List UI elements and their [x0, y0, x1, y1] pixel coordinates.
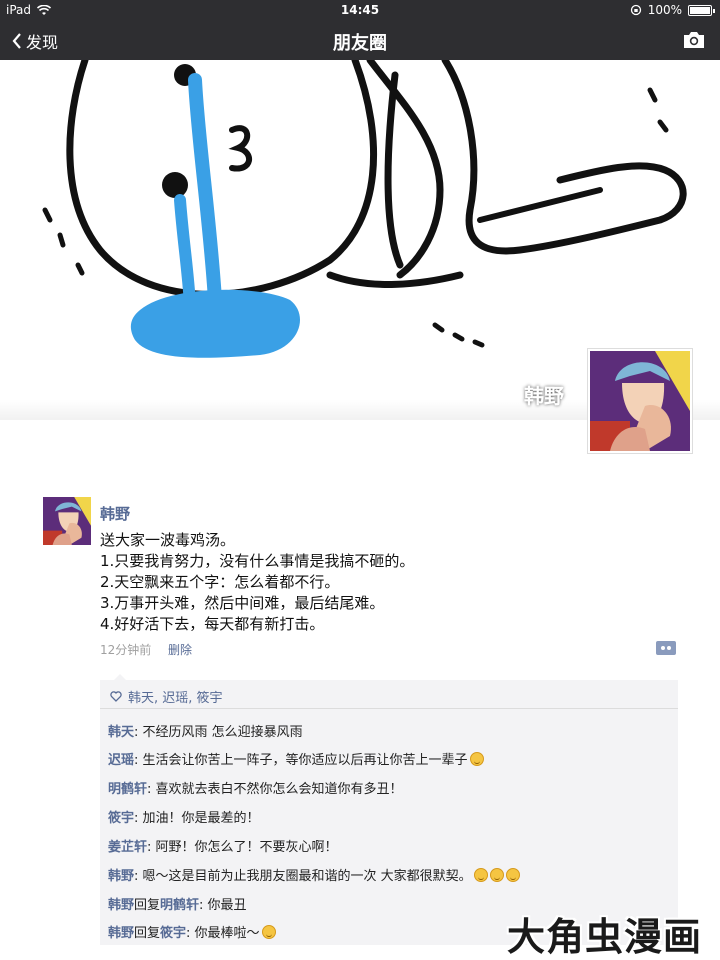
- comment-text: : 喜欢就去表白不然你怎么会知道你有多丑！: [147, 782, 403, 797]
- owner-avatar[interactable]: [587, 348, 693, 454]
- comment-item[interactable]: 韩野 : 嗯～这是目前为止我朋友圈最和谐的一次 大家都很默契。: [108, 865, 520, 884]
- post-line: 1.只要我肯努力，没有什么事情是我搞不砸的。: [100, 552, 415, 570]
- comment-item[interactable]: 迟瑶 : 生活会让你苦上一阵子，等你适应以后再让你苦上一辈子: [108, 749, 484, 768]
- reply-word: 回复: [134, 926, 161, 941]
- avatar-image: [590, 351, 690, 451]
- post-avatar[interactable]: [43, 497, 91, 545]
- owner-name: 韩野: [524, 384, 564, 408]
- comment-item[interactable]: 姜芷轩 : 阿野！你怎么了！不要灰心啊！: [108, 836, 338, 855]
- comment-text: : 阿野！你怎么了！不要灰心啊！: [147, 840, 338, 855]
- battery-percent: 100%: [647, 3, 682, 17]
- divider: [100, 708, 678, 709]
- comment-text: : 加油！你是最差的！: [134, 811, 260, 826]
- smile-emoji-icon: [489, 867, 504, 882]
- comment-item[interactable]: 韩野 回复 明鹤轩 : 你最丑: [108, 894, 247, 913]
- comment-author[interactable]: 韩野: [108, 865, 134, 884]
- battery-icon: [688, 4, 715, 16]
- nav-bar: 发现 朋友圈: [0, 20, 720, 60]
- comment-item[interactable]: 韩野 回复 筱宇 : 你最棒啦～: [108, 922, 276, 941]
- comment-author[interactable]: 姜芷轩: [108, 836, 147, 855]
- avatar-image: [43, 497, 91, 545]
- comment-text: : 你最丑: [199, 898, 247, 913]
- post-line: 2.天空飘来五个字：怎么着都不行。: [100, 573, 340, 591]
- comment-item[interactable]: 筱宇 : 加油！你是最差的！: [108, 807, 260, 826]
- post-line: 4.好好活下去，每天都有新打击。: [100, 615, 325, 633]
- smile-emoji-icon: [473, 867, 488, 882]
- comment-text: : 嗯～这是目前为止我朋友圈最和谐的一次 大家都很默契。: [134, 869, 472, 884]
- comment-text: : 不经历风雨 怎么迎接暴风雨: [134, 725, 303, 740]
- post-line: 3.万事开头难，然后中间难，最后结尾难。: [100, 594, 385, 612]
- post-author[interactable]: 韩野: [100, 503, 130, 524]
- reply-target[interactable]: 明鹤轩: [160, 894, 199, 913]
- comment-author[interactable]: 韩野: [108, 894, 134, 913]
- comment-item[interactable]: 明鹤轩 : 喜欢就去表白不然你怎么会知道你有多丑！: [108, 778, 403, 797]
- reply-target[interactable]: 筱宇: [160, 922, 186, 941]
- top-bar: iPad 14:45 100% 发现 朋友圈: [0, 0, 720, 60]
- likes-row: 韩天, 迟瑶, 筱宇: [110, 687, 223, 706]
- post-line: 送大家一波毒鸡汤。: [100, 531, 236, 549]
- comment-item[interactable]: 韩天 : 不经历风雨 怎么迎接暴风雨: [108, 721, 303, 740]
- delete-link[interactable]: 删除: [168, 641, 192, 658]
- smile-emoji-icon: [469, 751, 484, 766]
- rotation-lock-icon: [630, 4, 641, 16]
- likes-names[interactable]: 韩天, 迟瑶, 筱宇: [128, 687, 223, 706]
- post-text: 送大家一波毒鸡汤。 1.只要我肯努力，没有什么事情是我搞不砸的。 2.天空飘来五…: [100, 530, 690, 635]
- status-bar: iPad 14:45 100%: [0, 0, 720, 20]
- page-title: 朋友圈: [333, 33, 387, 54]
- camera-icon[interactable]: [682, 30, 706, 50]
- comment-author[interactable]: 韩天: [108, 721, 134, 740]
- heart-icon: [110, 691, 122, 702]
- comment-text: : 生活会让你苦上一阵子，等你适应以后再让你苦上一辈子: [134, 753, 468, 768]
- post-time: 12分钟前: [100, 643, 152, 657]
- comment-author[interactable]: 迟瑶: [108, 749, 134, 768]
- smile-emoji-icon: [505, 867, 520, 882]
- comment-author[interactable]: 韩野: [108, 922, 134, 941]
- status-time: 14:45: [340, 3, 380, 17]
- watermark: 大角虫漫画: [507, 915, 703, 959]
- grin-emoji-icon: [261, 924, 276, 939]
- more-actions-button[interactable]: [656, 641, 676, 655]
- comment-author[interactable]: 明鹤轩: [108, 778, 147, 797]
- comment-text: : 你最棒啦～: [186, 926, 260, 941]
- comment-author[interactable]: 筱宇: [108, 807, 134, 826]
- reply-word: 回复: [134, 898, 161, 913]
